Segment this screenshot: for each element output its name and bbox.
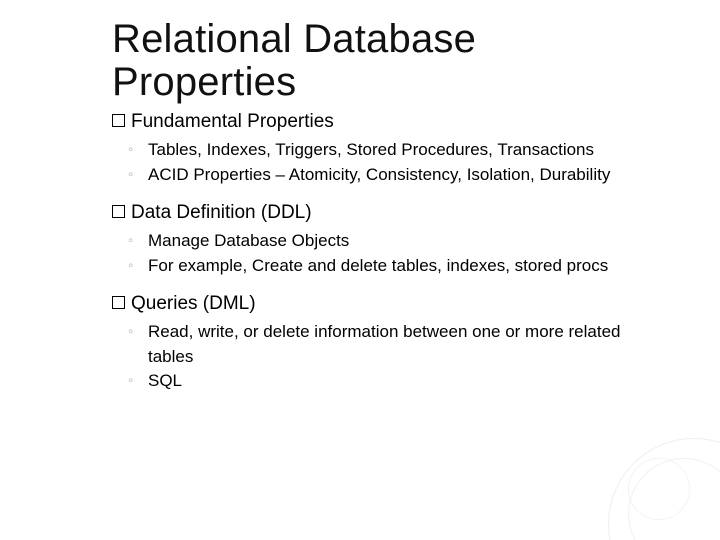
heading-fundamental: Fundamental Properties — [112, 110, 670, 134]
ring-icon — [628, 458, 720, 540]
circle-bullet-icon: ◦ — [128, 163, 142, 187]
sub-list: ◦ Manage Database Objects ◦ For example,… — [112, 229, 670, 278]
square-bullet-icon — [112, 114, 125, 127]
square-bullet-icon — [112, 205, 125, 218]
circle-bullet-icon: ◦ — [128, 254, 142, 278]
ring-icon — [608, 438, 720, 540]
item-text: Manage Database Objects — [148, 229, 670, 254]
heading-ddl: Data Definition (DDL) — [112, 201, 670, 225]
square-bullet-icon — [112, 296, 125, 309]
list-item: ◦ ACID Properties – Atomicity, Consisten… — [128, 163, 670, 188]
ring-icon — [628, 458, 690, 520]
heading-text: Data Definition (DDL) — [131, 201, 312, 225]
circle-bullet-icon: ◦ — [128, 369, 142, 393]
decorative-rings — [540, 400, 720, 540]
circle-bullet-icon: ◦ — [128, 229, 142, 253]
circle-bullet-icon: ◦ — [128, 320, 142, 344]
title-line-2: Properties — [112, 60, 296, 104]
heading-dml: Queries (DML) — [112, 292, 670, 316]
sub-list: ◦ Read, write, or delete information bet… — [112, 320, 670, 394]
slide: Relational Database Properties Fundament… — [0, 0, 720, 540]
list-item: ◦ Read, write, or delete information bet… — [128, 320, 670, 369]
section-dml: Queries (DML) ◦ Read, write, or delete i… — [112, 292, 670, 394]
item-text: Tables, Indexes, Triggers, Stored Proced… — [148, 138, 670, 163]
sub-list: ◦ Tables, Indexes, Triggers, Stored Proc… — [112, 138, 670, 187]
heading-text: Fundamental Properties — [131, 110, 334, 134]
section-ddl: Data Definition (DDL) ◦ Manage Database … — [112, 201, 670, 278]
heading-text: Queries (DML) — [131, 292, 256, 316]
slide-title: Relational Database Properties — [112, 18, 670, 104]
title-line-1: Relational Database — [112, 17, 476, 61]
list-item: ◦ Manage Database Objects — [128, 229, 670, 254]
item-text: For example, Create and delete tables, i… — [148, 254, 670, 279]
list-item: ◦ SQL — [128, 369, 670, 394]
item-text: SQL — [148, 369, 670, 394]
circle-bullet-icon: ◦ — [128, 138, 142, 162]
item-text: ACID Properties – Atomicity, Consistency… — [148, 163, 670, 188]
list-item: ◦ For example, Create and delete tables,… — [128, 254, 670, 279]
section-fundamental: Fundamental Properties ◦ Tables, Indexes… — [112, 110, 670, 187]
list-item: ◦ Tables, Indexes, Triggers, Stored Proc… — [128, 138, 670, 163]
item-text: Read, write, or delete information betwe… — [148, 320, 670, 369]
